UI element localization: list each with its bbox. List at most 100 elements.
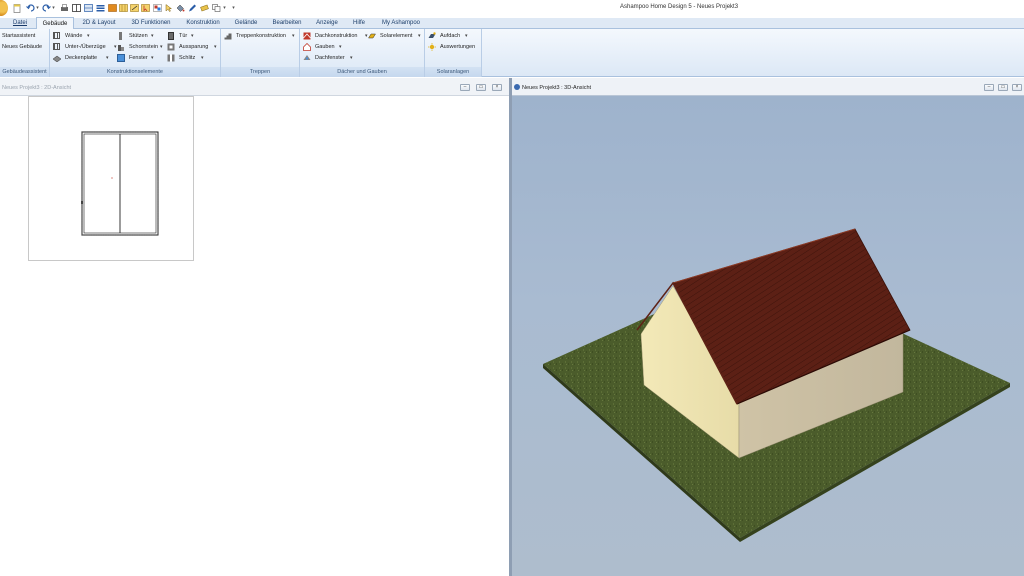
tab-2d-layout[interactable]: 2D & Layout	[76, 18, 122, 29]
startassistent-button[interactable]: Startassistent	[2, 31, 35, 41]
aufdach-button[interactable]: Aufdach ▾	[427, 31, 472, 41]
stuetzen-button[interactable]: Stützen ▾	[117, 31, 159, 41]
copy-icon[interactable]	[211, 3, 221, 13]
measure-icon[interactable]	[129, 3, 139, 13]
gauben-dropdown-icon: ▾	[339, 44, 342, 50]
layers-icon[interactable]	[95, 3, 105, 13]
plan-restore-button[interactable]: ▭	[476, 84, 486, 91]
schornstein-button[interactable]: Schornstein ▾	[117, 42, 165, 52]
dachkonstruktion-button[interactable]: Dachkonstruktion ▾	[302, 31, 368, 41]
title-bar: ▾ ▾ ▾ ▾ Ashampoo Home Design 5 - Neues P…	[0, 0, 1024, 18]
dachfenster-dropdown-icon: ▾	[350, 55, 353, 61]
auswertungen-button[interactable]: Auswertungen	[427, 42, 481, 52]
tab-my-ashampoo[interactable]: My Ashampoo	[374, 18, 428, 29]
treppenkonstruktion-button[interactable]: Treppenkonstruktion ▾	[223, 31, 299, 41]
plan-sheet[interactable]	[28, 96, 194, 261]
stuetzen-dropdown-icon: ▾	[151, 33, 154, 39]
plan-view-icon[interactable]	[71, 3, 81, 13]
3d-view-header: Neues Projekt3 : 3D-Ansicht – ▭ ×	[512, 78, 1024, 96]
group-gebaeudeassistent: Startassistent Neues Gebäude Gebäudeassi…	[0, 29, 50, 77]
solarelement-label: Solarelement	[380, 33, 413, 39]
solarelement-button[interactable]: Solarelement ▾	[368, 31, 424, 41]
3d-minimize-button[interactable]: –	[984, 84, 994, 91]
aussparung-label: Aussparung	[179, 44, 209, 50]
paint-icon[interactable]	[107, 3, 117, 13]
fenster-button[interactable]: Fenster ▾	[117, 53, 159, 63]
tab-bearbeiten[interactable]: Bearbeiten	[266, 18, 308, 29]
3d-restore-button[interactable]: ▭	[998, 84, 1008, 91]
wall-icon	[53, 32, 60, 39]
deckenplatte-button[interactable]: Deckenplatte ▾	[52, 53, 114, 63]
3d-scene[interactable]	[512, 96, 1024, 576]
ribbon: Startassistent Neues Gebäude Gebäudeassi…	[0, 29, 1024, 77]
schlitz-button[interactable]: Schlitz ▾	[167, 53, 207, 63]
grid-icon[interactable]	[83, 3, 93, 13]
neues-gebaeude-button[interactable]: Neues Gebäude	[2, 42, 42, 52]
fenster-dropdown-icon: ▾	[151, 55, 154, 61]
tuer-button[interactable]: Tür ▾	[167, 31, 197, 41]
new-file-icon[interactable]	[12, 3, 22, 13]
dachfenster-label: Dachfenster	[315, 55, 345, 61]
plan-view-title: Neues Projekt3 : 2D-Ansicht	[2, 85, 72, 91]
pen-icon[interactable]	[187, 3, 197, 13]
3d-view-title: Neues Projekt3 : 3D-Ansicht	[522, 85, 592, 91]
copy-dropdown-icon[interactable]: ▾	[222, 3, 227, 13]
dormer-icon	[303, 43, 311, 51]
wall-tool-icon[interactable]	[118, 3, 128, 13]
deckenplatte-dropdown-icon: ▾	[106, 55, 109, 61]
roof-window-icon	[303, 54, 311, 62]
deckenplatte-label: Deckenplatte	[65, 55, 98, 61]
tab-3d-funktionen[interactable]: 3D Funktionen	[124, 18, 178, 29]
gauben-button[interactable]: Gauben ▾	[302, 42, 348, 52]
treppenkonstruktion-label: Treppenkonstruktion	[236, 33, 286, 39]
plan-view-header: Neues Projekt3 : 2D-Ansicht – ▭ ×	[0, 78, 510, 96]
color-picker-icon[interactable]	[152, 3, 162, 13]
select-icon[interactable]	[140, 3, 150, 13]
group-daecher-und-gauben: Dachkonstruktion ▾ Gauben ▾ Dachfenster …	[300, 29, 425, 77]
stuetzen-label: Stützen	[129, 33, 148, 39]
redo-icon[interactable]	[41, 3, 51, 13]
group-label-konstruktionselemente: Konstruktionselemente	[50, 67, 220, 77]
pointer-icon[interactable]	[163, 3, 173, 13]
chimney-icon	[117, 43, 125, 51]
3d-view-icon	[514, 84, 520, 90]
waende-button[interactable]: Wände ▾	[52, 31, 97, 41]
schlitz-dropdown-icon: ▾	[201, 55, 204, 61]
column-icon	[119, 32, 122, 40]
tab-gebaeude[interactable]: Gebäude	[36, 17, 74, 29]
stairs-icon	[224, 32, 232, 40]
plan-view-pane[interactable]: Neues Projekt3 : 2D-Ansicht – ▭ ×	[0, 78, 510, 576]
undo-icon[interactable]	[25, 3, 35, 13]
eraser-icon[interactable]	[199, 3, 209, 13]
unter-ueberzuege-button[interactable]: Unter-/Überzüge ▾	[52, 42, 118, 52]
customize-quick-access-icon[interactable]: ▾	[231, 3, 236, 13]
beam-icon	[53, 43, 60, 50]
tab-gelaende[interactable]: Gelände	[228, 18, 264, 29]
tab-anzeige[interactable]: Anzeige	[310, 18, 344, 29]
print-icon[interactable]	[59, 3, 69, 13]
redo-dropdown-icon[interactable]: ▾	[51, 3, 56, 13]
tab-datei[interactable]: Datei	[6, 18, 34, 29]
floor-plan-drawing[interactable]	[29, 97, 195, 262]
unter-ueberzuege-label: Unter-/Überzüge	[65, 44, 106, 50]
tab-konstruktion[interactable]: Konstruktion	[180, 18, 226, 29]
group-label-treppen: Treppen	[221, 67, 299, 77]
application-menu-button[interactable]	[0, 0, 8, 16]
ribbon-tab-bar: Datei Gebäude 2D & Layout 3D Funktionen …	[0, 17, 1024, 29]
3d-close-button[interactable]: ×	[1012, 84, 1022, 91]
group-label-solaranlagen: Solaranlagen	[425, 67, 481, 77]
group-label-daecher-und-gauben: Dächer und Gauben	[300, 67, 424, 77]
paint-bucket-icon[interactable]	[175, 3, 185, 13]
aussparung-dropdown-icon: ▾	[214, 44, 217, 50]
undo-dropdown-icon[interactable]: ▾	[35, 3, 40, 13]
schlitz-label: Schlitz	[179, 55, 196, 61]
opening-icon	[167, 43, 175, 51]
tab-hilfe[interactable]: Hilfe	[346, 18, 372, 29]
dachfenster-button[interactable]: Dachfenster ▾	[302, 53, 358, 63]
plan-close-button[interactable]: ×	[492, 84, 502, 91]
plan-minimize-button[interactable]: –	[460, 84, 470, 91]
3d-view-pane[interactable]: Neues Projekt3 : 3D-Ansicht – ▭ ×	[512, 78, 1024, 576]
aussparung-button[interactable]: Aussparung ▾	[167, 42, 219, 52]
door-icon	[168, 32, 174, 40]
group-solaranlagen: Aufdach ▾ Auswertungen Solaranlagen	[425, 29, 482, 77]
